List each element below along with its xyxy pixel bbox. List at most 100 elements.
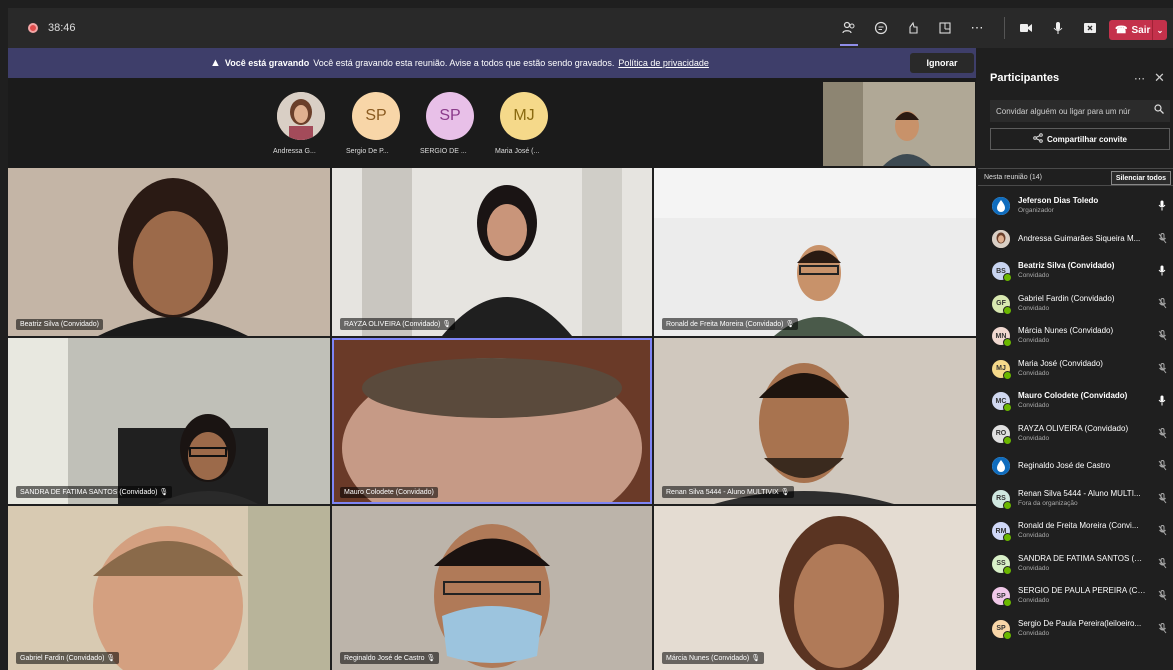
participant-row[interactable]: BS Beatriz Silva (Convidado) Convidado (978, 255, 1173, 288)
presence-status-icon (1003, 338, 1012, 347)
chat-icon[interactable] (868, 15, 894, 41)
participant-row[interactable]: RS Renan Silva 5444 - Aluno MULTI... Fora … (978, 483, 1173, 516)
phone-hangup-icon: ☎ (1115, 24, 1128, 36)
participant-row[interactable]: GF Gabriel Fardin (Convidado) Convidado (978, 288, 1173, 321)
chevron-down-icon[interactable]: ⌄ (1152, 20, 1167, 40)
participant-role: Convidado (1018, 272, 1050, 279)
meeting-timer: 38:46 (48, 22, 76, 34)
microphone-muted-icon[interactable] (1158, 590, 1167, 603)
mute-all-button[interactable]: Silenciar todos (1110, 171, 1171, 185)
presence-status-icon (1003, 630, 1012, 640)
participant-avatar: GF (992, 294, 1012, 315)
participant-avatar: MC (992, 392, 1012, 412)
video-tile[interactable]: Beatriz Silva (Convidado) (8, 168, 330, 336)
participant-role: Convidado (1018, 337, 1050, 344)
microphone-icon[interactable] (1158, 395, 1166, 408)
video-tile[interactable]: Gabriel Fardin (Convidado) 🎙 (8, 506, 330, 670)
video-tile[interactable]: Reginaldo José de Castro 🎙 (332, 506, 652, 670)
in-meeting-section-header[interactable]: Nesta reunião (14) Silenciar todos (978, 168, 1173, 186)
toolbar-divider (1004, 17, 1005, 39)
share-icon (1033, 133, 1043, 145)
camera-icon[interactable] (1013, 15, 1039, 41)
microphone-icon[interactable] (1158, 265, 1166, 278)
participant-role: Fora da organização (1018, 499, 1078, 507)
participant-name: SANDRA DE FATIMA SANTOS (C... (1018, 553, 1146, 563)
participant-row[interactable]: Andressa Guimarães Siqueira M... (978, 223, 1173, 256)
share-invite-button[interactable]: Compartilhar convite (990, 128, 1170, 150)
video-tile[interactable]: SANDRA DE FATIMA SANTOS (Convidado) 🎙 (8, 338, 330, 504)
video-tile-active-speaker[interactable]: Mauro Colodete (Convidado) (332, 338, 652, 504)
tile-name-label: Reginaldo José de Castro 🎙 (340, 652, 440, 664)
avatar-sergio-de-p[interactable]: SP (352, 92, 400, 140)
participant-avatar: RM (992, 522, 1012, 542)
participant-row[interactable]: RM Ronald de Freita Moreira (Convi... Conv… (978, 515, 1173, 548)
microphone-muted-icon[interactable] (1158, 232, 1167, 246)
microphone-muted-icon[interactable] (1158, 557, 1167, 571)
presence-status-icon (1003, 435, 1012, 445)
ignore-button[interactable]: Ignorar (910, 53, 974, 73)
microphone-muted-icon[interactable] (1158, 460, 1167, 473)
participants-icon[interactable] (836, 15, 862, 46)
microphone-muted-icon[interactable] (1158, 362, 1167, 376)
participant-row[interactable]: MC Mauro Colodete (Convidado) Convidado (978, 385, 1173, 418)
avatar-maria-jose[interactable]: MJ (500, 92, 548, 140)
privacy-policy-link[interactable]: Política de privacidade (618, 58, 709, 68)
participant-row[interactable]: SP SERGIO DE PAULA PEREIRA (Con... Convida… (978, 580, 1173, 613)
tile-name-label: SANDRA DE FATIMA SANTOS (Convidado) 🎙 (16, 486, 173, 498)
microphone-muted-icon[interactable] (1158, 330, 1167, 343)
audio-participants-strip: Andressa G... SP Sergio De P... SP SERGI… (8, 78, 976, 168)
participant-row[interactable]: MJ Maria José (Convidado) Convidado (978, 353, 1173, 386)
reactions-icon[interactable] (900, 15, 926, 41)
tile-name-label: Márcia Nunes (Convidado) 🎙 (662, 652, 765, 664)
video-tile[interactable]: Renan Silva 5444 - Aluno MULTIVIX 🎙 (654, 338, 976, 504)
avatar-andressa[interactable] (277, 92, 325, 140)
presence-status-icon (1003, 370, 1012, 380)
more-options-icon[interactable]: ⋯ (964, 15, 990, 41)
participant-avatar: SP (992, 587, 1012, 607)
participant-row[interactable]: SP Sergio De Paula Pereira(leiloeiro... Co… (978, 613, 1173, 646)
participant-row[interactable]: Jeferson Dias Toledo Organizador (978, 190, 1173, 223)
close-icon[interactable]: ✕ (1154, 70, 1165, 86)
microphone-muted-icon[interactable] (1158, 492, 1167, 506)
microphone-muted-icon[interactable] (1158, 525, 1167, 538)
microphone-muted-icon[interactable] (1158, 427, 1167, 441)
participant-name: Mauro Colodete (Convidado) (1018, 391, 1128, 400)
participant-row[interactable]: MN Márcia Nunes (Convidado) Convidado (978, 320, 1173, 353)
share-screen-icon[interactable] (1077, 15, 1103, 41)
tile-name-label: Beatriz Silva (Convidado) (16, 319, 103, 330)
participant-role: Convidado (1018, 402, 1050, 409)
video-tile[interactable]: Márcia Nunes (Convidado) 🎙 (654, 506, 976, 670)
video-tile[interactable]: Ronald de Freita Moreira (Convidado) 🎙 (654, 168, 976, 336)
tile-name-label: Renan Silva 5444 - Aluno MULTIVIX 🎙 (662, 486, 794, 498)
participant-role: Convidado (1018, 369, 1050, 377)
participant-name: Jeferson Dias Toledo (1018, 196, 1099, 205)
breakout-rooms-icon[interactable] (932, 15, 958, 41)
avatar-label: Sergio De P... (346, 148, 389, 155)
participant-row[interactable]: Reginaldo José de Castro (978, 450, 1173, 483)
more-options-icon[interactable]: ⋯ (1134, 72, 1145, 85)
microphone-icon[interactable] (1158, 200, 1166, 213)
invite-search-input[interactable] (990, 100, 1170, 122)
participant-row[interactable]: RO RAYZA OLIVEIRA (Convidado) Convidado (978, 418, 1173, 451)
self-video-preview[interactable] (823, 82, 975, 166)
participant-role: Convidado (1018, 532, 1050, 539)
presence-status-icon (1003, 598, 1012, 607)
share-invite-label: Compartilhar convite (1046, 134, 1127, 144)
participant-name: Márcia Nunes (Convidado) (1018, 326, 1114, 335)
participant-avatar: MJ (992, 359, 1012, 380)
participant-avatar: MN (992, 327, 1012, 347)
leave-button[interactable]: ☎ Sair ⌄ (1109, 20, 1167, 40)
recording-banner: ▲ Você está gravando Você está gravando … (8, 48, 976, 78)
participant-avatar: SS (992, 554, 1012, 575)
video-tile[interactable]: RAYZA OLIVEIRA (Convidado) 🎙 (332, 168, 652, 336)
participant-avatar: BS (992, 262, 1012, 282)
participant-row[interactable]: SS SANDRA DE FATIMA SANTOS (C... Convidado (978, 548, 1173, 581)
participant-avatar (992, 197, 1010, 215)
microphone-icon[interactable] (1045, 15, 1071, 41)
participant-avatar (992, 229, 1010, 248)
microphone-muted-icon[interactable] (1158, 297, 1167, 311)
participant-name: Gabriel Fardin (Convidado) (1018, 293, 1115, 303)
search-icon (1154, 104, 1164, 117)
avatar-sergio-de[interactable]: SP (426, 92, 474, 140)
microphone-muted-icon[interactable] (1158, 622, 1167, 636)
